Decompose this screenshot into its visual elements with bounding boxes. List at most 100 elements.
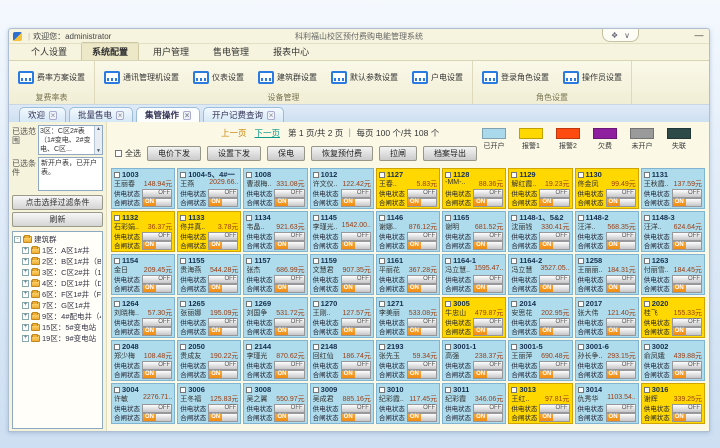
supply-status-bar[interactable]: OFF	[341, 404, 371, 413]
gate-status-bar[interactable]: ON	[606, 284, 636, 293]
meter-card[interactable]: 1265张丽娜195.09元供电状态OFF合闸状态ON	[177, 297, 241, 338]
card-checkbox[interactable]	[511, 258, 517, 264]
card-checkbox[interactable]	[379, 215, 385, 221]
card-checkbox[interactable]	[445, 301, 451, 307]
card-checkbox[interactable]	[379, 344, 385, 350]
gate-status-bar[interactable]: ON	[341, 284, 371, 293]
card-checkbox[interactable]	[644, 215, 650, 221]
card-checkbox[interactable]	[379, 172, 385, 178]
supply-status-bar[interactable]: OFF	[341, 232, 371, 241]
tree-item[interactable]: +19区：9#变电站（2...	[14, 333, 101, 344]
card-checkbox[interactable]	[511, 301, 517, 307]
gate-status-bar[interactable]: ON	[672, 327, 702, 336]
gate-status-bar[interactable]: ON	[407, 413, 437, 422]
gate-status-bar[interactable]: ON	[208, 284, 238, 293]
gate-status-bar[interactable]: ON	[274, 284, 304, 293]
gate-status-bar[interactable]: ON	[539, 413, 569, 422]
supply-status-bar[interactable]: OFF	[539, 189, 569, 198]
meter-card[interactable]: 1012许文仪..122.42元供电状态OFF合闸状态ON	[310, 168, 374, 209]
gate-status-bar[interactable]: ON	[142, 327, 172, 336]
meter-card[interactable]: 1164-1冯立慧..1595.47..供电状态OFF合闸状态ON	[442, 254, 506, 295]
gate-status-bar[interactable]: ON	[274, 370, 304, 379]
expand-icon[interactable]: +	[22, 280, 29, 287]
range-listbox[interactable]: 3区：C区2#表（1#变电、2#变电、C区... ▲ ▼	[38, 125, 103, 155]
supply-status-bar[interactable]: OFF	[606, 318, 636, 327]
next-page-link[interactable]: 下一页	[255, 127, 281, 139]
gate-status-bar[interactable]: ON	[142, 198, 172, 207]
supply-status-bar[interactable]: OFF	[274, 275, 304, 284]
gate-status-bar[interactable]: ON	[208, 370, 238, 379]
meter-card[interactable]: 1131王秋霞..137.59元供电状态OFF合闸状态ON	[641, 168, 705, 209]
gate-status-bar[interactable]: ON	[208, 241, 238, 250]
meter-card[interactable]: 1003王丽春148.94元供电状态OFF合闸状态ON	[111, 168, 175, 209]
meter-card[interactable]: 1263付丽雪..184.45元供电状态OFF合闸状态ON	[641, 254, 705, 295]
meter-card[interactable]: 1004-5、4#一王燕2029.66..供电状态OFF合闸状态ON	[177, 168, 241, 209]
supply-status-bar[interactable]: OFF	[208, 232, 238, 241]
supply-status-bar[interactable]: OFF	[539, 404, 569, 413]
tree-item[interactable]: +7区：G区1#井	[14, 300, 101, 311]
range-scrollbar[interactable]: ▲ ▼	[94, 126, 102, 154]
card-checkbox[interactable]	[578, 301, 584, 307]
gate-status-bar[interactable]: ON	[407, 370, 437, 379]
action-button[interactable]: 电价下发	[147, 146, 201, 161]
meter-card[interactable]: 2020桂飞155.33元供电状态OFF合闸状态ON	[641, 297, 705, 338]
ribbon-button[interactable]: 登录角色设置	[479, 69, 552, 86]
gate-status-bar[interactable]: ON	[142, 370, 172, 379]
action-button[interactable]: 档案导出	[423, 146, 477, 161]
gate-status-bar[interactable]: ON	[142, 241, 172, 250]
select-all-checkbox[interactable]	[115, 150, 122, 157]
card-checkbox[interactable]	[644, 301, 650, 307]
gate-status-bar[interactable]: ON	[341, 198, 371, 207]
gate-status-bar[interactable]: ON	[341, 413, 371, 422]
supply-status-bar[interactable]: OFF	[473, 318, 503, 327]
supply-status-bar[interactable]: OFF	[473, 232, 503, 241]
tree-item[interactable]: +4区：D区1#井（D区...	[14, 278, 101, 289]
card-checkbox[interactable]	[511, 172, 517, 178]
meter-card[interactable]: 1155贵海燕544.28元供电状态OFF合闸状态ON	[177, 254, 241, 295]
supply-status-bar[interactable]: OFF	[407, 275, 437, 284]
card-checkbox[interactable]	[445, 344, 451, 350]
supply-status-bar[interactable]: OFF	[274, 318, 304, 327]
ribbon-button[interactable]: 通讯管理机设置	[101, 69, 182, 86]
meter-card[interactable]: 3006王冬福125.83元供电状态OFF合闸状态ON	[177, 383, 241, 424]
supply-status-bar[interactable]: OFF	[606, 404, 636, 413]
ribbon-button[interactable]: 默认参数设置	[328, 69, 401, 86]
supply-status-bar[interactable]: OFF	[341, 361, 371, 370]
supply-status-bar[interactable]: OFF	[672, 404, 702, 413]
gate-status-bar[interactable]: ON	[672, 284, 702, 293]
gate-status-bar[interactable]: ON	[473, 327, 503, 336]
gate-status-bar[interactable]: ON	[539, 198, 569, 207]
tree-root[interactable]: -建筑群	[14, 234, 101, 245]
meter-card[interactable]: 3010纪彩霞..117.45元供电状态OFF合闸状态ON	[376, 383, 440, 424]
tree-item[interactable]: +1区：A区1#井	[14, 245, 101, 256]
gate-status-bar[interactable]: ON	[672, 370, 702, 379]
card-checkbox[interactable]	[114, 387, 120, 393]
card-checkbox[interactable]	[379, 301, 385, 307]
card-checkbox[interactable]	[180, 258, 186, 264]
expand-icon[interactable]: +	[22, 247, 29, 254]
tab-close-icon[interactable]: ×	[183, 111, 191, 120]
meter-card[interactable]: 1264刘晓梅..57.30元供电状态OFF合闸状态ON	[111, 297, 175, 338]
supply-status-bar[interactable]: OFF	[407, 404, 437, 413]
card-checkbox[interactable]	[246, 387, 252, 393]
meter-card[interactable]: 3001-6孙长争..293.15元供电状态OFF合闸状态ON	[575, 340, 639, 381]
supply-status-bar[interactable]: OFF	[606, 275, 636, 284]
supply-status-bar[interactable]: OFF	[208, 404, 238, 413]
gate-status-bar[interactable]: ON	[274, 413, 304, 422]
card-checkbox[interactable]	[246, 258, 252, 264]
supply-status-bar[interactable]: OFF	[142, 275, 172, 284]
gate-status-bar[interactable]: ON	[473, 241, 503, 250]
card-checkbox[interactable]	[644, 258, 650, 264]
meter-card[interactable]: 3016谢辉339.25元供电状态OFF合闸状态ON	[641, 383, 705, 424]
tab-开户记费查询[interactable]: 开户记费查询×	[203, 107, 284, 122]
supply-status-bar[interactable]: OFF	[473, 275, 503, 284]
card-checkbox[interactable]	[511, 215, 517, 221]
scroll-down-icon[interactable]: ▼	[95, 148, 102, 154]
supply-status-bar[interactable]: OFF	[142, 361, 172, 370]
card-checkbox[interactable]	[313, 301, 319, 307]
supply-status-bar[interactable]: OFF	[142, 318, 172, 327]
card-checkbox[interactable]	[114, 301, 120, 307]
gate-status-bar[interactable]: ON	[274, 198, 304, 207]
supply-status-bar[interactable]: OFF	[208, 318, 238, 327]
supply-status-bar[interactable]: OFF	[606, 361, 636, 370]
